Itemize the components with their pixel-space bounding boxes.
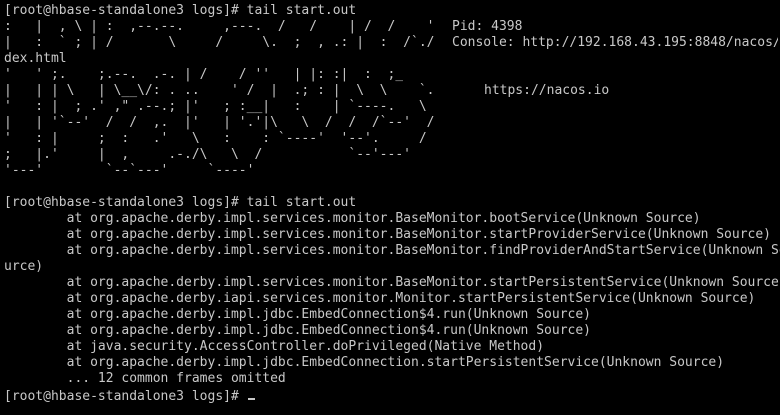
shell-prompt-text: [root@hbase-standalone3 logs]# <box>4 389 247 404</box>
stack-trace-line: at org.apache.derby.impl.jdbc.EmbedConne… <box>4 355 725 370</box>
nacos-pid-label: Pid: 4398 <box>452 19 523 34</box>
ascii-banner-line: ' : | ; : .' \ : : `----' '--'. / <box>4 131 427 146</box>
nacos-console-label: Console: http://192.168.43.195:8848/naco… <box>452 35 778 50</box>
ascii-banner-line: | : ` ; | / \ / \. ; , .: | : /`./ <box>4 35 435 50</box>
terminal-window[interactable]: [root@hbase-standalone3 logs]# tail star… <box>0 0 780 415</box>
ascii-banner-line: | | '`--' / / ,. |' | '.'|\ \ / / /`--' … <box>4 115 435 130</box>
active-prompt-line[interactable]: [root@hbase-standalone3 logs]# <box>4 389 255 405</box>
stack-trace-line: at org.apache.derby.impl.services.monito… <box>4 211 701 226</box>
stack-trace-line: at org.apache.derby.impl.services.monito… <box>4 227 772 242</box>
nacos-site-label: https://nacos.io <box>484 83 610 98</box>
stack-trace-line: at org.apache.derby.impl.jdbc.EmbedConne… <box>4 323 591 338</box>
ascii-banner-line: ; |.' | , .-./\ \ / `--'---' <box>4 147 411 162</box>
shell-prompt-line: [root@hbase-standalone3 logs]# tail star… <box>4 195 357 210</box>
stack-trace-line: at org.apache.derby.iapi.services.monito… <box>4 291 756 306</box>
stack-trace-line: ... 12 common frames omitted <box>4 371 286 386</box>
shell-prompt-line: [root@hbase-standalone3 logs]# tail star… <box>4 3 357 18</box>
stack-trace-line: urce) <box>4 259 44 274</box>
ascii-banner-line: | | | \ | \__\/: . .. ' / | .; : | \ \ `… <box>4 83 435 98</box>
stack-trace-line: at org.apache.derby.impl.services.monito… <box>4 275 780 290</box>
text-cursor <box>247 398 255 400</box>
stack-trace-line: at org.apache.derby.impl.jdbc.EmbedConne… <box>4 307 591 322</box>
ascii-banner-line: : | , \ | : ,--.--. ,---. / / | / / ' <box>4 19 435 34</box>
stack-trace-line: at java.security.AccessController.doPriv… <box>4 339 545 354</box>
ascii-banner-line: '---' `--`---' `----' <box>4 163 255 178</box>
ascii-banner-line: ' ' ;. ;.--. .-. | / / '' | |: :| : ;_ <box>4 67 404 82</box>
stack-trace-line: at org.apache.derby.impl.services.monito… <box>4 243 780 258</box>
ascii-banner-line: ' : | ; .' ," .--.; |' ; :__| : | `----.… <box>4 99 427 114</box>
console-url-wrap-line: dex.html <box>4 51 67 66</box>
